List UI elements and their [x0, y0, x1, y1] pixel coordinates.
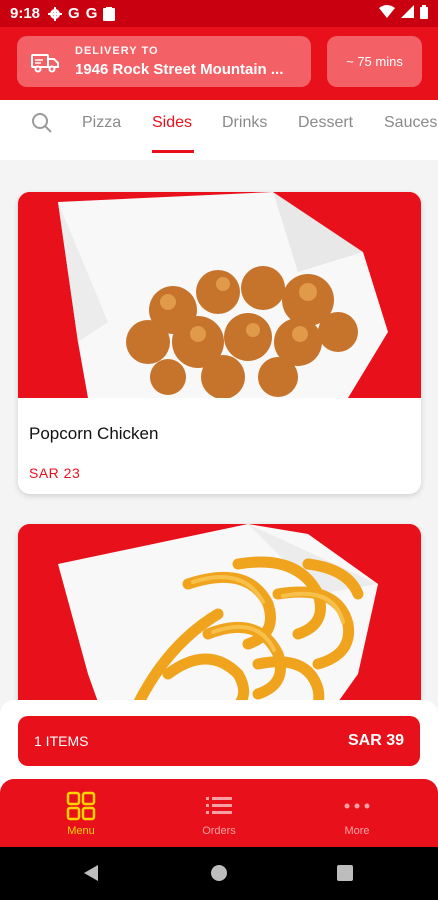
- battery-icon: [420, 4, 428, 23]
- product-name: Popcorn Chicken: [29, 424, 159, 443]
- back-icon[interactable]: [82, 864, 100, 882]
- tab-drinks[interactable]: Drinks: [222, 114, 267, 132]
- google-icon: G: [68, 5, 80, 22]
- cart-summary-panel: 1 ITEMS SAR 39: [0, 700, 438, 790]
- cart-total: SAR 39: [347, 732, 404, 749]
- eta-badge[interactable]: ~ 75 mins: [327, 36, 422, 87]
- more-dots-icon: [344, 803, 370, 809]
- nav-more[interactable]: More: [317, 791, 397, 837]
- delivery-label: DELIVERY TO: [75, 45, 159, 57]
- nav-menu[interactable]: Menu: [41, 791, 121, 837]
- eta-label: ~ 75 mins: [346, 54, 403, 69]
- gear-icon: [48, 6, 63, 21]
- nav-orders[interactable]: Orders: [179, 791, 259, 837]
- app-header: DELIVERY TO 1946 Rock Street Mountain ..…: [0, 27, 438, 100]
- tab-pizza[interactable]: Pizza: [82, 114, 121, 132]
- google-icon: G: [85, 5, 98, 22]
- delivery-address-selector[interactable]: DELIVERY TO 1946 Rock Street Mountain ..…: [17, 36, 311, 87]
- bottom-navigation: Menu Orders More: [0, 779, 438, 847]
- tab-sides[interactable]: Sides: [152, 114, 192, 132]
- cart-item-count: 1 ITEMS: [34, 733, 89, 749]
- active-tab-indicator: [152, 150, 194, 153]
- tab-sauces[interactable]: Sauces: [384, 114, 437, 132]
- tab-dessert[interactable]: Dessert: [298, 114, 353, 132]
- list-icon: [206, 797, 232, 814]
- status-time: 9:18: [10, 5, 41, 22]
- view-cart-button[interactable]: 1 ITEMS SAR 39: [18, 716, 420, 766]
- signal-icon: [401, 5, 414, 22]
- home-icon[interactable]: [211, 865, 227, 881]
- status-bar: 9:18 G G: [0, 0, 438, 27]
- nav-menu-label: Menu: [67, 825, 95, 837]
- wifi-icon: [379, 5, 395, 22]
- product-card[interactable]: Popcorn Chicken SAR 23: [18, 192, 421, 494]
- clipboard-icon: [103, 6, 116, 21]
- nav-orders-label: Orders: [202, 825, 236, 837]
- product-price: SAR 23: [29, 465, 81, 481]
- delivery-truck-icon: [31, 53, 59, 72]
- system-nav-bar: [0, 847, 438, 900]
- product-image-popcorn-chicken: [18, 192, 421, 398]
- nav-more-label: More: [344, 825, 370, 837]
- category-tabs: Pizza Sides Drinks Dessert Sauces: [0, 100, 438, 160]
- search-icon[interactable]: [31, 112, 53, 134]
- delivery-address: 1946 Rock Street Mountain ...: [75, 61, 284, 78]
- recent-apps-icon[interactable]: [337, 865, 353, 881]
- grid-icon: [66, 791, 96, 821]
